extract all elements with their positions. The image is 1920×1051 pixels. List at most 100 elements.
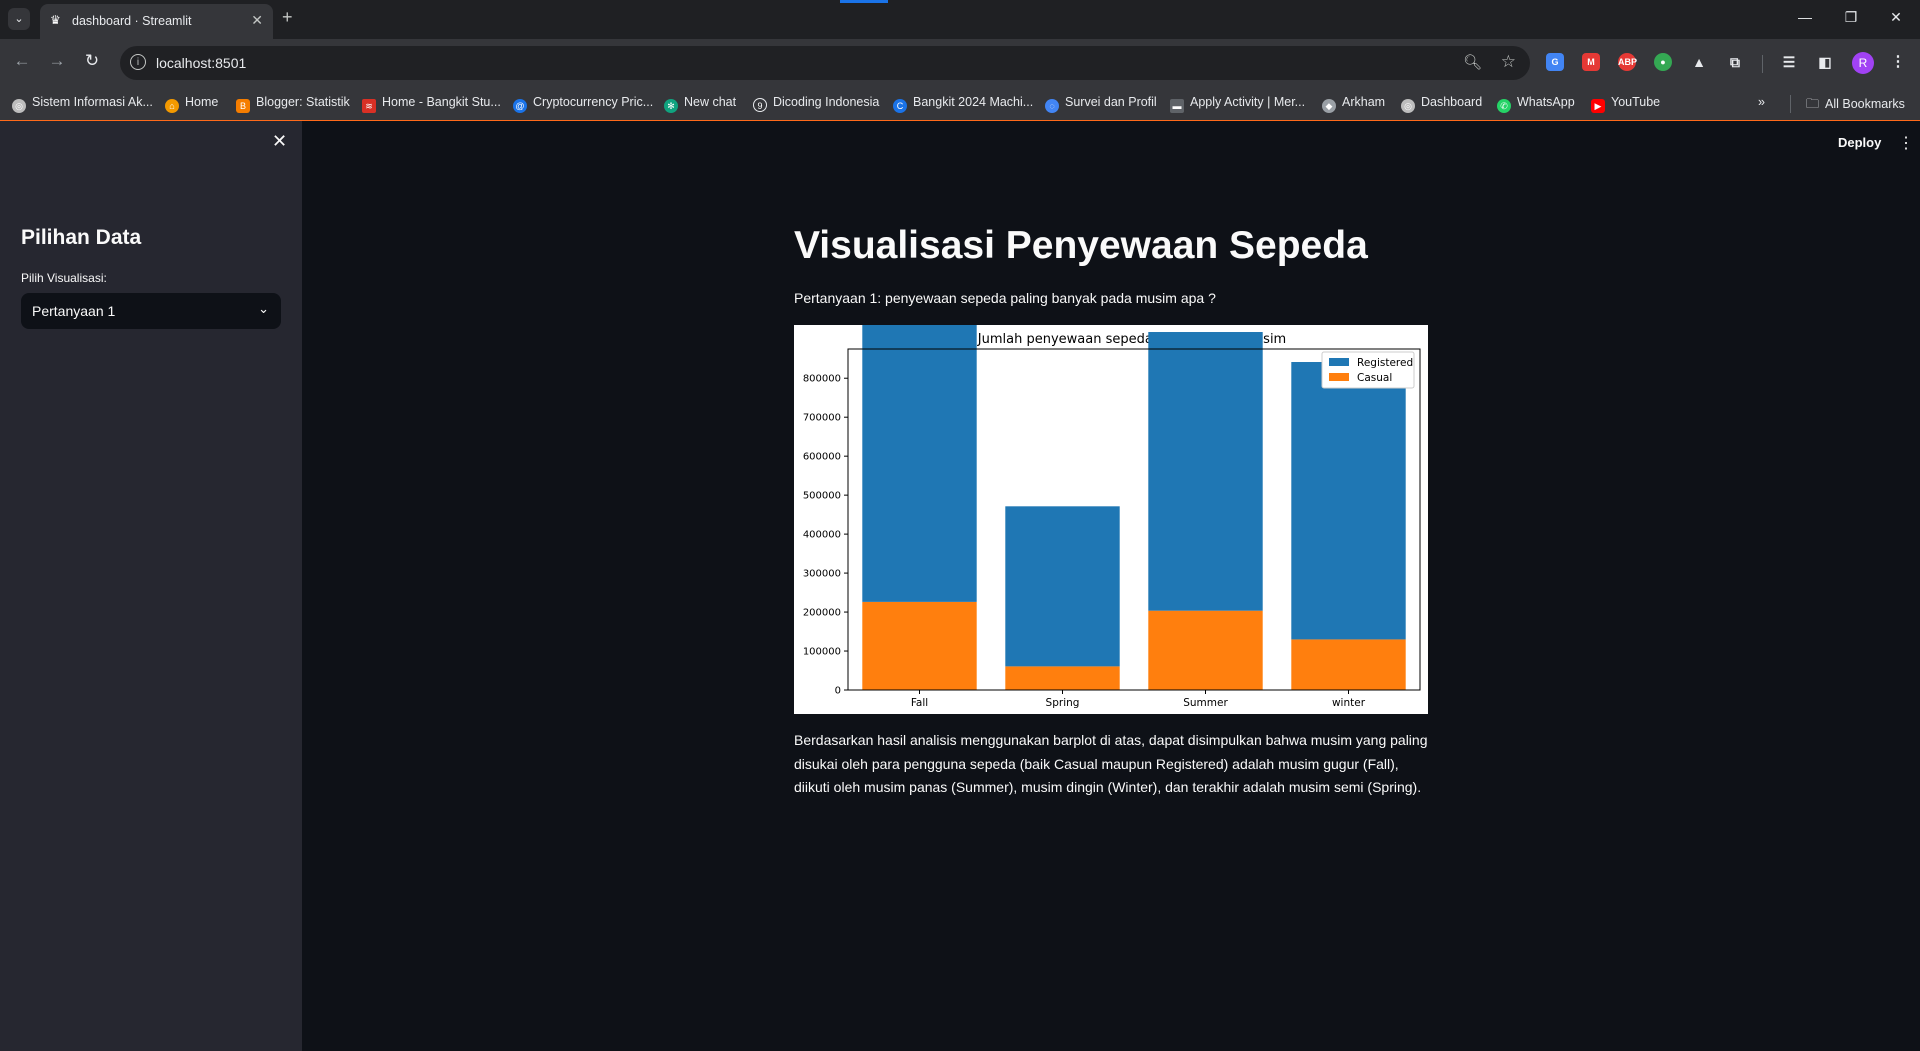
legend-swatch-casual	[1329, 373, 1349, 381]
bangkit-icon: ≋	[362, 99, 376, 113]
bar-registered-spring	[1005, 506, 1120, 667]
y-tick-label: 400000	[803, 530, 841, 541]
merdeka-icon: ▬	[1170, 99, 1184, 113]
minimize-icon[interactable]: —	[1790, 9, 1820, 25]
y-tick-label: 300000	[803, 569, 841, 580]
whatsapp-icon: ✆	[1497, 99, 1511, 113]
browser-tab[interactable]: ♛ dashboard · Streamlit ✕	[40, 4, 273, 39]
tab-title: dashboard · Streamlit	[72, 14, 192, 28]
bookmark-item[interactable]: ◎ Dashboard	[1401, 95, 1482, 113]
y-tick-label: 200000	[803, 608, 841, 619]
deploy-button[interactable]: Deploy	[1838, 135, 1881, 150]
bookmarks-overflow-icon[interactable]: »	[1758, 95, 1765, 109]
x-tick-label: winter	[1332, 697, 1366, 709]
dashboard-globe-icon: ◎	[1401, 99, 1415, 113]
sidebar-close-icon[interactable]: ✕	[272, 131, 287, 152]
sidebar: ✕ Pilihan Data Pilih Visualisasi: Pertan…	[0, 121, 302, 1051]
bar-casual-summer	[1148, 610, 1263, 690]
tab-search-chevron-icon[interactable]: ⌄	[8, 8, 30, 30]
app-header: Deploy ⋮	[302, 121, 1920, 161]
restore-icon[interactable]: ❐	[1836, 9, 1866, 26]
bookmark-item[interactable]: B Blogger: Statistik	[236, 95, 350, 113]
site-info-icon[interactable]: i	[130, 54, 146, 70]
visualization-select[interactable]: Pertanyaan 1 ⌄	[21, 293, 281, 329]
bar-casual-fall	[862, 601, 977, 690]
bar-registered-fall	[862, 276, 977, 602]
arkham-icon: ◆	[1322, 99, 1336, 113]
chevron-down-icon: ⌄	[258, 301, 269, 316]
bookmark-item[interactable]: ◌ Survei dan Profil	[1045, 95, 1157, 113]
new-tab-plus-icon[interactable]: +	[282, 7, 293, 28]
bar-casual-spring	[1005, 666, 1120, 690]
y-tick-label: 600000	[803, 452, 841, 463]
toolbar-separator	[1762, 55, 1763, 73]
folder-icon: 🗀	[1806, 96, 1820, 111]
y-tick-label: 500000	[803, 491, 841, 502]
side-panel-icon[interactable]: ◧	[1816, 53, 1834, 71]
youtube-icon: ▶	[1591, 99, 1605, 113]
x-tick-label: Spring	[1046, 697, 1080, 709]
main-menu-kebab-icon[interactable]: ⋮	[1898, 133, 1914, 153]
page-title: Visualisasi Penyewaan Sepeda	[794, 224, 1368, 267]
survey-icon: ◌	[1045, 99, 1059, 113]
address-bar[interactable]: i localhost:8501 🔍︎ ☆	[120, 46, 1530, 80]
bar-chart-figure: Jumlah penyewaan sepeda berdasarkan musi…	[794, 276, 1428, 714]
bookmark-star-icon[interactable]: ☆	[1501, 52, 1516, 72]
bookmark-item[interactable]: C Bangkit 2024 Machi...	[893, 95, 1033, 113]
colorful-extension-icon[interactable]: ●	[1654, 53, 1672, 71]
question-text: Pertanyaan 1: penyewaan sepeda paling ba…	[794, 290, 1216, 306]
adblock-plus-icon[interactable]: ABP	[1618, 53, 1637, 71]
bookmark-item[interactable]: ⌂ Home	[165, 95, 218, 113]
browser-toolbar: ← → ↻ i localhost:8501 🔍︎ ☆ G M ABP ● ▲ …	[0, 39, 1920, 87]
bar-casual-winter	[1291, 639, 1406, 690]
legend-swatch-registered	[1329, 358, 1349, 366]
legend-label-registered: Registered	[1357, 357, 1413, 369]
bar-chart: Jumlah penyewaan sepeda berdasarkan musi…	[803, 276, 1421, 709]
home-figure-icon: ⌂	[165, 99, 179, 113]
translate-extension-icon[interactable]: G	[1546, 53, 1564, 71]
bookmark-item[interactable]: ▬ Apply Activity | Mer...	[1170, 95, 1305, 113]
globe-icon: ◎	[12, 99, 26, 113]
bar-registered-winter	[1291, 362, 1406, 640]
reading-list-icon[interactable]: ☰	[1780, 53, 1798, 71]
address-url[interactable]: localhost:8501	[156, 55, 246, 71]
streamlit-crown-icon: ♛	[50, 13, 61, 27]
close-window-icon[interactable]: ✕	[1881, 9, 1911, 26]
tab-close-icon[interactable]: ✕	[251, 12, 263, 29]
y-tick-label: 100000	[803, 647, 841, 658]
bookmark-item[interactable]: ✻ New chat	[664, 95, 736, 113]
bookmark-item[interactable]: ▶ YouTube	[1591, 95, 1660, 113]
forward-arrow-icon[interactable]: →	[45, 51, 69, 71]
bookmark-item[interactable]: ≋ Home - Bangkit Stu...	[362, 95, 501, 113]
blogger-icon: B	[236, 99, 250, 113]
y-tick-label: 800000	[803, 374, 841, 385]
bookmark-item[interactable]: 9 Dicoding Indonesia	[753, 95, 879, 112]
zoom-magnifier-icon[interactable]: 🔍︎	[1463, 53, 1482, 71]
bookmark-item[interactable]: @ Cryptocurrency Pric...	[513, 95, 653, 113]
bookmark-item[interactable]: ✆ WhatsApp	[1497, 95, 1575, 113]
bookmark-item[interactable]: ◎ Sistem Informasi Ak...	[12, 95, 153, 113]
select-label: Pilih Visualisasi:	[21, 271, 107, 285]
red-extension-icon[interactable]: M	[1582, 53, 1600, 71]
back-arrow-icon[interactable]: ←	[10, 51, 34, 71]
drive-triangle-icon[interactable]: ▲	[1690, 53, 1708, 71]
c-logo-icon: C	[893, 99, 907, 113]
chart-legend: Registered Casual	[1321, 351, 1415, 389]
bookmark-item[interactable]: ◆ Arkham	[1322, 95, 1385, 113]
x-tick-label: Summer	[1183, 697, 1228, 709]
y-tick-label: 700000	[803, 413, 841, 424]
profile-avatar[interactable]: R	[1852, 52, 1874, 74]
sidebar-title: Pilihan Data	[21, 226, 142, 249]
x-tick-label: Fall	[911, 697, 928, 709]
coinmarketcap-icon: @	[513, 99, 527, 113]
chrome-menu-kebab-icon[interactable]: ⋮	[1889, 53, 1907, 71]
select-value: Pertanyaan 1	[32, 303, 116, 319]
analysis-text: Berdasarkan hasil analisis menggunakan b…	[794, 732, 1428, 795]
reload-icon[interactable]: ↻	[80, 51, 104, 71]
bookmarks-bar: ◎ Sistem Informasi Ak... ⌂ Home B Blogger: …	[0, 87, 1920, 121]
y-tick-label: 0	[835, 686, 841, 697]
extensions-puzzle-icon[interactable]: ⧉	[1726, 53, 1744, 71]
browser-tabstrip: ⌄ ♛ dashboard · Streamlit ✕ + — ❐ ✕	[0, 0, 1920, 39]
all-bookmarks[interactable]: 🗀 All Bookmarks	[1806, 95, 1905, 117]
legend-label-casual: Casual	[1357, 372, 1392, 384]
